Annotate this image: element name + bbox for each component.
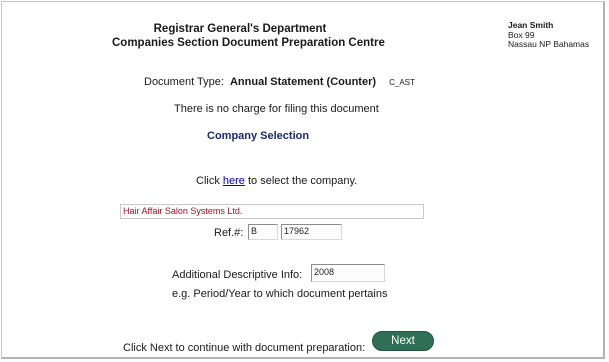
user-info: Jean Smith Box 99 Nassau NP Bahamas [508, 20, 590, 50]
click-suffix: to select the company. [248, 175, 358, 187]
user-address-line-2: Nassau NP Bahamas [508, 39, 590, 49]
click-prefix: Click [196, 175, 220, 187]
company-name-field: Hair Affair Salon Systems Ltd. [120, 204, 424, 219]
document-type-row: Document Type: Annual Statement (Counter… [144, 76, 415, 88]
additional-info-hint: e.g. Period/Year to which document perta… [172, 288, 388, 300]
ref-label: Ref.#: [214, 227, 244, 239]
page-title: Registrar General's Department Companies… [112, 22, 385, 50]
document-type-value: Annual Statement (Counter) [229, 76, 377, 88]
title-line-1: Registrar General's Department [153, 23, 327, 35]
company-selection-heading: Company Selection [207, 130, 310, 142]
ref-prefix-field: B [248, 224, 278, 240]
select-company-link[interactable]: here [223, 175, 245, 187]
title-line-2: Companies Section Document Preparation C… [112, 37, 385, 49]
document-type-label: Document Type: [144, 76, 224, 88]
charge-note: There is no charge for filing this docum… [174, 103, 379, 115]
continue-instruction: Click Next to continue with document pre… [123, 342, 366, 354]
additional-info-label: Additional Descriptive Info: [172, 269, 303, 281]
select-company-instruction: Click here to select the company. [196, 175, 357, 187]
additional-info-input[interactable]: 2008 [311, 264, 385, 282]
ref-number-field: 17962 [281, 224, 342, 240]
document-type-code: C_AST [389, 78, 415, 87]
next-button[interactable]: Next [372, 331, 434, 351]
